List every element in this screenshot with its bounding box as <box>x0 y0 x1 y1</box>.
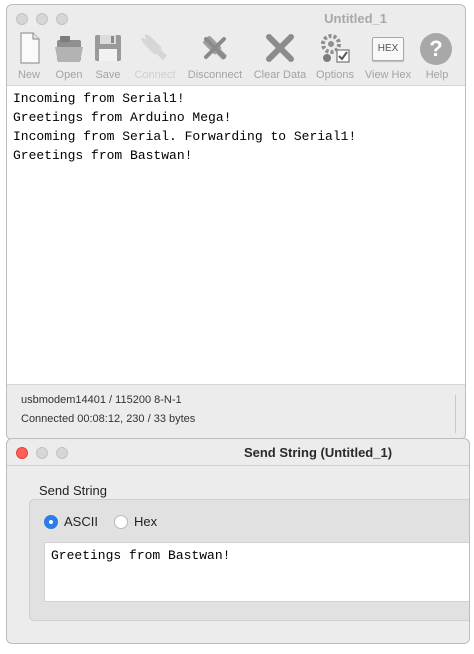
ascii-radio-label: ASCII <box>64 514 98 529</box>
hex-radio-dot[interactable] <box>114 514 128 529</box>
hex-radio[interactable]: Hex <box>114 514 157 529</box>
minimize-button[interactable] <box>36 13 48 25</box>
connect-button[interactable]: Connect <box>127 31 183 81</box>
disconnect-plug-icon <box>203 36 228 61</box>
send-string-group: ASCII Hex Greetings from Bastwan! <box>29 499 469 621</box>
ascii-radio-dot[interactable] <box>44 514 58 529</box>
help-question-icon: ? <box>420 33 452 65</box>
clear-data-label: Clear Data <box>253 69 307 81</box>
zoom-button[interactable] <box>56 13 68 25</box>
options-label: Options <box>316 69 354 81</box>
hex-icon: HEX <box>372 37 404 61</box>
connect-label: Connect <box>134 69 176 81</box>
console-output[interactable]: Incoming from Serial1! Greetings from Ar… <box>7 85 465 385</box>
console-line: Greetings from Bastwan! <box>13 148 193 163</box>
help-label: Help <box>425 69 449 81</box>
console-line: Incoming from Serial. Forwarding to Seri… <box>13 129 357 144</box>
main-titlebar[interactable]: Untitled_1 <box>7 5 465 31</box>
send-string-input[interactable]: Greetings from Bastwan! <box>44 542 469 602</box>
send-titlebar[interactable]: Send String (Untitled_1) <box>7 439 469 465</box>
title-divider <box>7 465 469 466</box>
disconnect-button[interactable]: Disconnect <box>187 31 243 81</box>
ascii-radio[interactable]: ASCII <box>44 514 98 529</box>
gears-checkbox-icon <box>321 34 350 63</box>
clear-data-button[interactable]: Clear Data <box>252 31 308 81</box>
save-floppy-icon <box>95 35 121 61</box>
clear-x-icon <box>266 34 294 62</box>
connection-status: Connected 00:08:12, 230 / 33 bytes <box>21 413 196 425</box>
console-line: Incoming from Serial1! <box>13 91 185 106</box>
close-button[interactable] <box>16 13 28 25</box>
main-window: Untitled_1 New Open Save Connect Disconn… <box>6 4 466 440</box>
send-window-title: Send String (Untitled_1) <box>243 445 393 460</box>
view-hex-button[interactable]: HEX View Hex <box>360 31 416 81</box>
window-title: Untitled_1 <box>324 11 387 26</box>
disconnect-label: Disconnect <box>187 69 243 81</box>
usb-plug-icon <box>140 33 168 61</box>
console-line: Greetings from Arduino Mega! <box>13 110 232 125</box>
status-divider <box>455 395 456 433</box>
toolbar: New Open Save Connect Disconnect Clear D… <box>7 31 465 85</box>
status-bar: usbmodem14401 / 115200 8-N-1 Connected 0… <box>13 391 453 435</box>
send-string-window: Send String (Untitled_1) Send String ASC… <box>6 438 470 644</box>
options-button[interactable]: Options <box>307 31 363 81</box>
help-button[interactable]: ? Help <box>409 31 465 81</box>
window-controls <box>16 13 68 25</box>
view-hex-label: View Hex <box>364 69 412 81</box>
port-settings: usbmodem14401 / 115200 8-N-1 <box>21 394 182 406</box>
hex-radio-label: Hex <box>134 514 158 529</box>
send-string-group-label: Send String <box>39 483 107 498</box>
